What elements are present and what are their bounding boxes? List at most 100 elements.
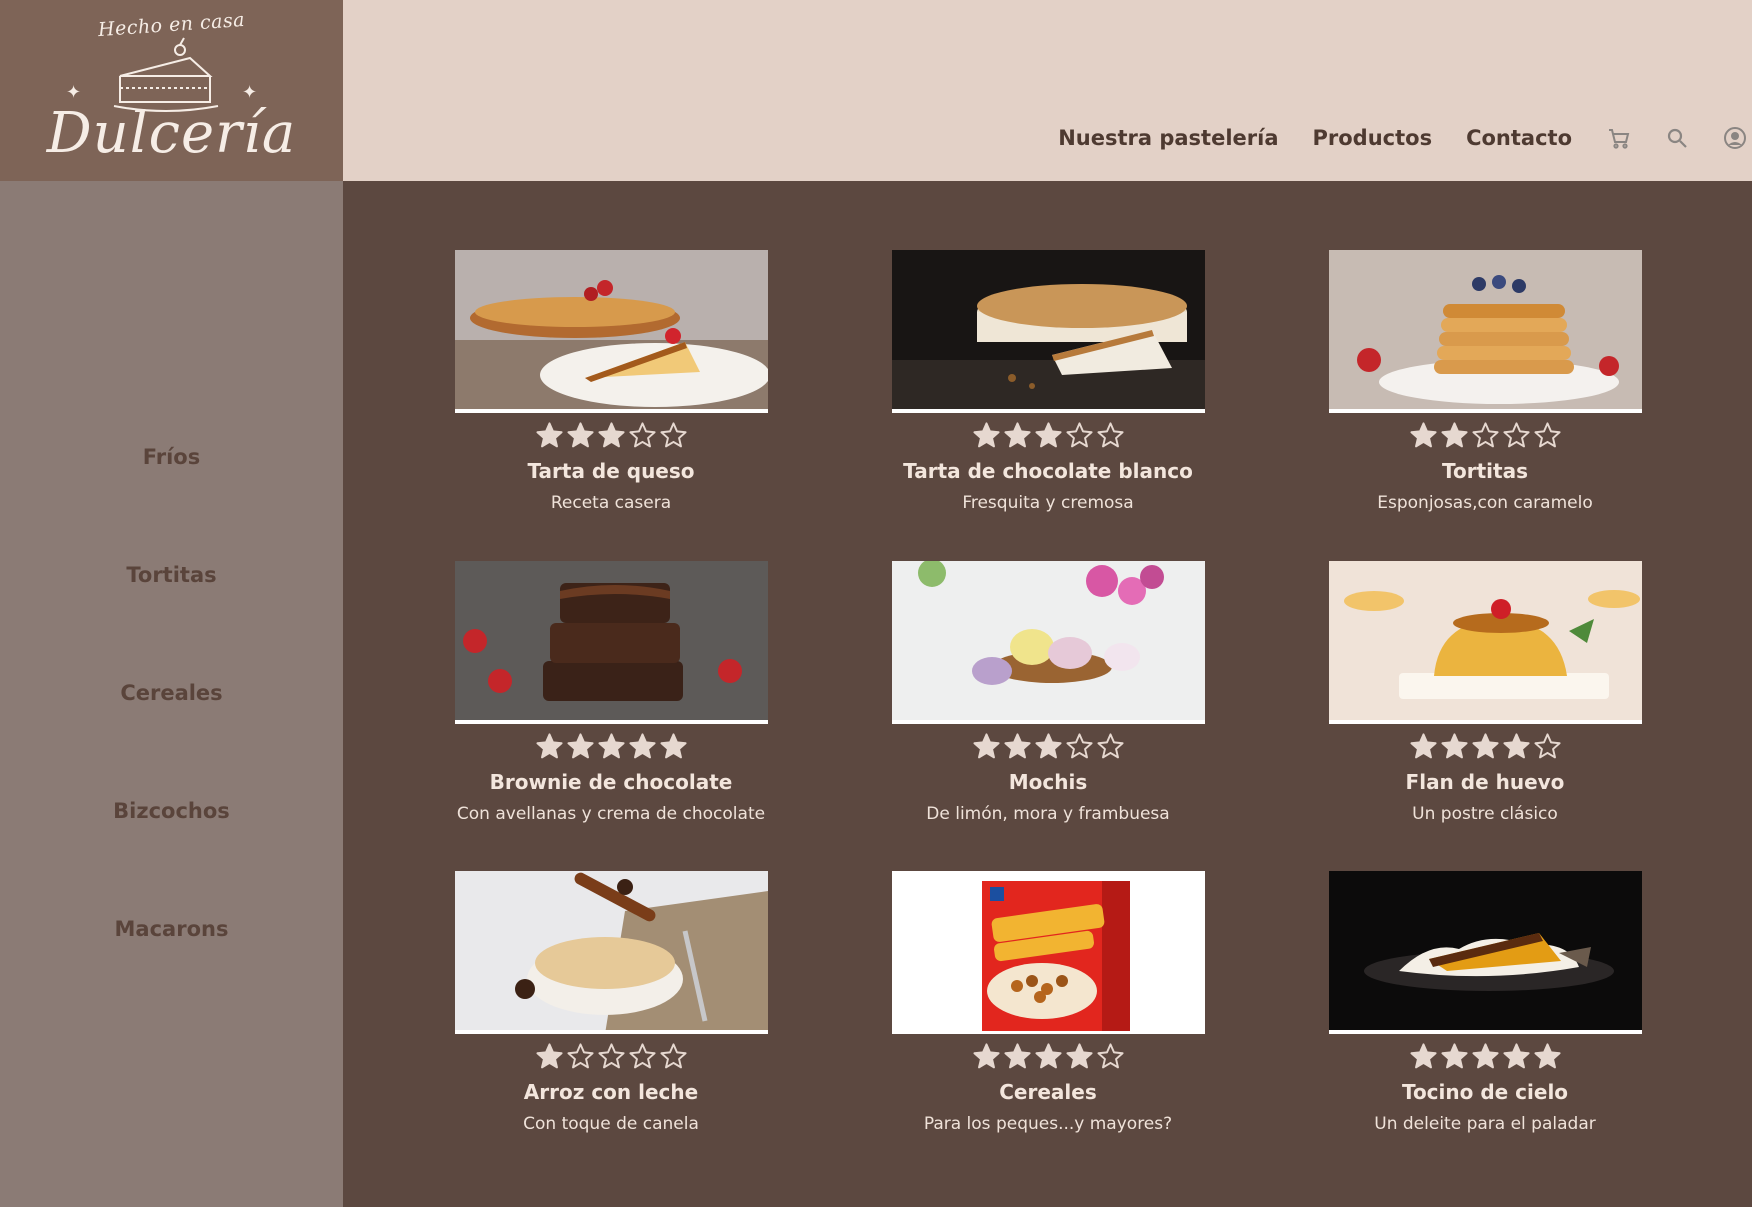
star-filled-icon[interactable] <box>1003 421 1032 450</box>
star-empty-icon[interactable] <box>1471 421 1500 450</box>
header: Nuestra pastelería Productos Contacto <box>343 0 1752 181</box>
star-empty-icon[interactable] <box>1533 421 1562 450</box>
product-description: De limón, mora y frambuesa <box>926 804 1170 824</box>
cart-icon[interactable] <box>1606 125 1632 151</box>
star-empty-icon[interactable] <box>566 1042 595 1071</box>
star-filled-icon[interactable] <box>1034 1042 1063 1071</box>
product-image-pancakes[interactable] <box>1328 250 1642 413</box>
star-empty-icon[interactable] <box>1065 732 1094 761</box>
rating-stars[interactable] <box>1305 732 1665 762</box>
product-title[interactable]: Cereales <box>868 1080 1228 1104</box>
star-empty-icon[interactable] <box>1502 421 1531 450</box>
star-filled-icon[interactable] <box>1502 1042 1531 1071</box>
star-filled-icon[interactable] <box>1440 421 1469 450</box>
search-icon[interactable] <box>1664 125 1690 151</box>
product-card[interactable]: Arroz con leche Con toque de canela <box>431 871 791 1134</box>
star-empty-icon[interactable] <box>597 1042 626 1071</box>
star-filled-icon[interactable] <box>1440 1042 1469 1071</box>
star-filled-icon[interactable] <box>628 732 657 761</box>
rating-stars[interactable] <box>868 421 1228 451</box>
product-title[interactable]: Tortitas <box>1305 459 1665 483</box>
star-filled-icon[interactable] <box>1471 732 1500 761</box>
star-filled-icon[interactable] <box>1409 1042 1438 1071</box>
star-empty-icon[interactable] <box>1065 421 1094 450</box>
star-empty-icon[interactable] <box>628 421 657 450</box>
star-filled-icon[interactable] <box>566 732 595 761</box>
star-filled-icon[interactable] <box>535 421 564 450</box>
product-description: Receta casera <box>550 493 672 513</box>
star-filled-icon[interactable] <box>972 732 1001 761</box>
rating-stars[interactable] <box>1305 421 1665 451</box>
star-filled-icon[interactable] <box>1034 732 1063 761</box>
product-card[interactable]: Mochis De limón, mora y frambuesa <box>868 561 1228 824</box>
star-empty-icon[interactable] <box>1096 421 1125 450</box>
rating-stars[interactable] <box>431 732 791 762</box>
user-icon[interactable] <box>1722 125 1748 151</box>
brand-name: Dulcería <box>46 101 297 166</box>
category-bizcochos[interactable]: Bizcochos <box>0 799 343 823</box>
product-card[interactable]: Tocino de cielo Un deleite para el palad… <box>1305 871 1665 1134</box>
star-filled-icon[interactable] <box>1003 732 1032 761</box>
star-filled-icon[interactable] <box>972 421 1001 450</box>
star-filled-icon[interactable] <box>1003 1042 1032 1071</box>
product-card[interactable]: Flan de huevo Un postre clásico <box>1305 561 1665 824</box>
product-title[interactable]: Tocino de cielo <box>1305 1080 1665 1104</box>
nav-link-productos[interactable]: Productos <box>1313 126 1433 150</box>
logo[interactable]: Hecho en casa ✦ ✦ Dulcería <box>0 0 343 181</box>
product-image-brownie[interactable] <box>454 561 768 724</box>
product-image-rice-pudding[interactable] <box>454 871 768 1034</box>
nav-link-pasteleria[interactable]: Nuestra pastelería <box>1058 126 1278 150</box>
product-image-cheesecake[interactable] <box>891 250 1205 413</box>
star-filled-icon[interactable] <box>1409 732 1438 761</box>
product-description: Con toque de canela <box>523 1114 699 1134</box>
rating-stars[interactable] <box>431 421 791 451</box>
category-cereales[interactable]: Cereales <box>0 681 343 705</box>
star-filled-icon[interactable] <box>535 1042 564 1071</box>
star-empty-icon[interactable] <box>659 421 688 450</box>
product-card[interactable]: Tarta de queso Receta casera <box>431 250 791 513</box>
product-image-tocino-de-cielo[interactable] <box>1328 871 1642 1034</box>
star-empty-icon[interactable] <box>659 1042 688 1071</box>
rating-stars[interactable] <box>868 1042 1228 1072</box>
star-empty-icon[interactable] <box>1096 732 1125 761</box>
product-image-mochis[interactable] <box>891 561 1205 724</box>
star-filled-icon[interactable] <box>1409 421 1438 450</box>
star-empty-icon[interactable] <box>1096 1042 1125 1071</box>
product-image-cereal-box[interactable] <box>891 871 1205 1034</box>
category-tortitas[interactable]: Tortitas <box>0 563 343 587</box>
product-image-flan-slice[interactable] <box>454 250 768 413</box>
category-macarons[interactable]: Macarons <box>0 917 343 941</box>
star-filled-icon[interactable] <box>566 421 595 450</box>
rating-stars[interactable] <box>868 732 1228 762</box>
star-filled-icon[interactable] <box>535 732 564 761</box>
star-filled-icon[interactable] <box>1034 421 1063 450</box>
star-filled-icon[interactable] <box>1440 732 1469 761</box>
product-title[interactable]: Tarta de chocolate blanco <box>868 459 1228 483</box>
rating-stars[interactable] <box>1305 1042 1665 1072</box>
product-title[interactable]: Brownie de chocolate <box>431 770 791 794</box>
nav-link-contacto[interactable]: Contacto <box>1466 126 1572 150</box>
product-title[interactable]: Tarta de queso <box>431 459 791 483</box>
star-filled-icon[interactable] <box>597 421 626 450</box>
main-nav: Nuestra pastelería Productos Contacto <box>1058 118 1752 158</box>
star-filled-icon[interactable] <box>1471 1042 1500 1071</box>
star-empty-icon[interactable] <box>1533 732 1562 761</box>
product-card[interactable]: Tortitas Esponjosas,con caramelo <box>1305 250 1665 513</box>
product-grid: Tarta de queso Receta casera Tarta de ch… <box>343 181 1752 1207</box>
product-card[interactable]: Tarta de chocolate blanco Fresquita y cr… <box>868 250 1228 513</box>
star-empty-icon[interactable] <box>628 1042 657 1071</box>
star-filled-icon[interactable] <box>1533 1042 1562 1071</box>
product-card[interactable]: Cereales Para los peques...y mayores? <box>868 871 1228 1134</box>
product-image-flan[interactable] <box>1328 561 1642 724</box>
category-frios[interactable]: Fríos <box>0 445 343 469</box>
star-filled-icon[interactable] <box>1065 1042 1094 1071</box>
star-filled-icon[interactable] <box>972 1042 1001 1071</box>
product-card[interactable]: Brownie de chocolate Con avellanas y cre… <box>431 561 791 824</box>
rating-stars[interactable] <box>431 1042 791 1072</box>
product-title[interactable]: Mochis <box>868 770 1228 794</box>
star-filled-icon[interactable] <box>1502 732 1531 761</box>
star-filled-icon[interactable] <box>659 732 688 761</box>
star-filled-icon[interactable] <box>597 732 626 761</box>
product-title[interactable]: Flan de huevo <box>1305 770 1665 794</box>
product-title[interactable]: Arroz con leche <box>431 1080 791 1104</box>
